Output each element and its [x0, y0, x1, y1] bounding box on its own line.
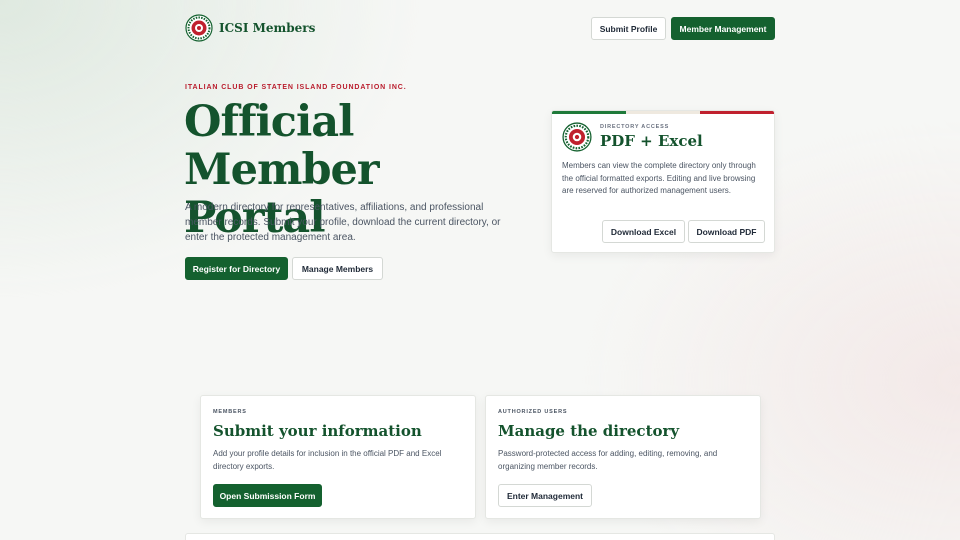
next-section-card-edge — [185, 533, 775, 540]
brand[interactable]: ICSI Members — [185, 14, 315, 42]
authorized-users-card: AUTHORIZED USERS Manage the directory Pa… — [485, 395, 761, 519]
register-for-directory-button[interactable]: Register for Directory — [185, 257, 288, 280]
open-submission-form-button[interactable]: Open Submission Form — [213, 484, 322, 507]
club-seal-logo-icon — [185, 14, 213, 42]
members-card-title: Submit your information — [213, 422, 422, 440]
hero-description: A modern directory for representatives, … — [185, 202, 501, 243]
page-title-line-1: Official Member — [184, 97, 380, 195]
members-card: MEMBERS Submit your information Add your… — [200, 395, 476, 519]
manage-members-button[interactable]: Manage Members — [292, 257, 383, 280]
directory-access-title: PDF + Excel — [600, 132, 703, 150]
members-card-kicker: MEMBERS — [213, 409, 247, 415]
download-excel-button[interactable]: Download Excel — [602, 220, 685, 243]
club-seal-logo-icon — [562, 122, 592, 152]
members-card-text: Add your profile details for inclusion i… — [213, 449, 442, 471]
directory-access-card: DIRECTORY ACCESS PDF + Excel Members can… — [551, 110, 775, 253]
directory-access-text: Members can view the complete directory … — [562, 161, 756, 195]
directory-access-kicker: DIRECTORY ACCESS — [600, 124, 670, 130]
authorized-users-card-text: Password-protected access for adding, ed… — [498, 449, 718, 471]
download-pdf-button[interactable]: Download PDF — [688, 220, 765, 243]
brand-name: ICSI Members — [219, 21, 316, 35]
authorized-users-card-title: Manage the directory — [498, 422, 680, 440]
member-management-button[interactable]: Member Management — [671, 17, 775, 40]
hero-kicker: ITALIAN CLUB OF STATEN ISLAND FOUNDATION… — [185, 84, 407, 91]
enter-management-button[interactable]: Enter Management — [498, 484, 592, 507]
submit-profile-button[interactable]: Submit Profile — [591, 17, 666, 40]
authorized-users-card-kicker: AUTHORIZED USERS — [498, 409, 568, 415]
italian-flag-stripe — [552, 111, 774, 114]
